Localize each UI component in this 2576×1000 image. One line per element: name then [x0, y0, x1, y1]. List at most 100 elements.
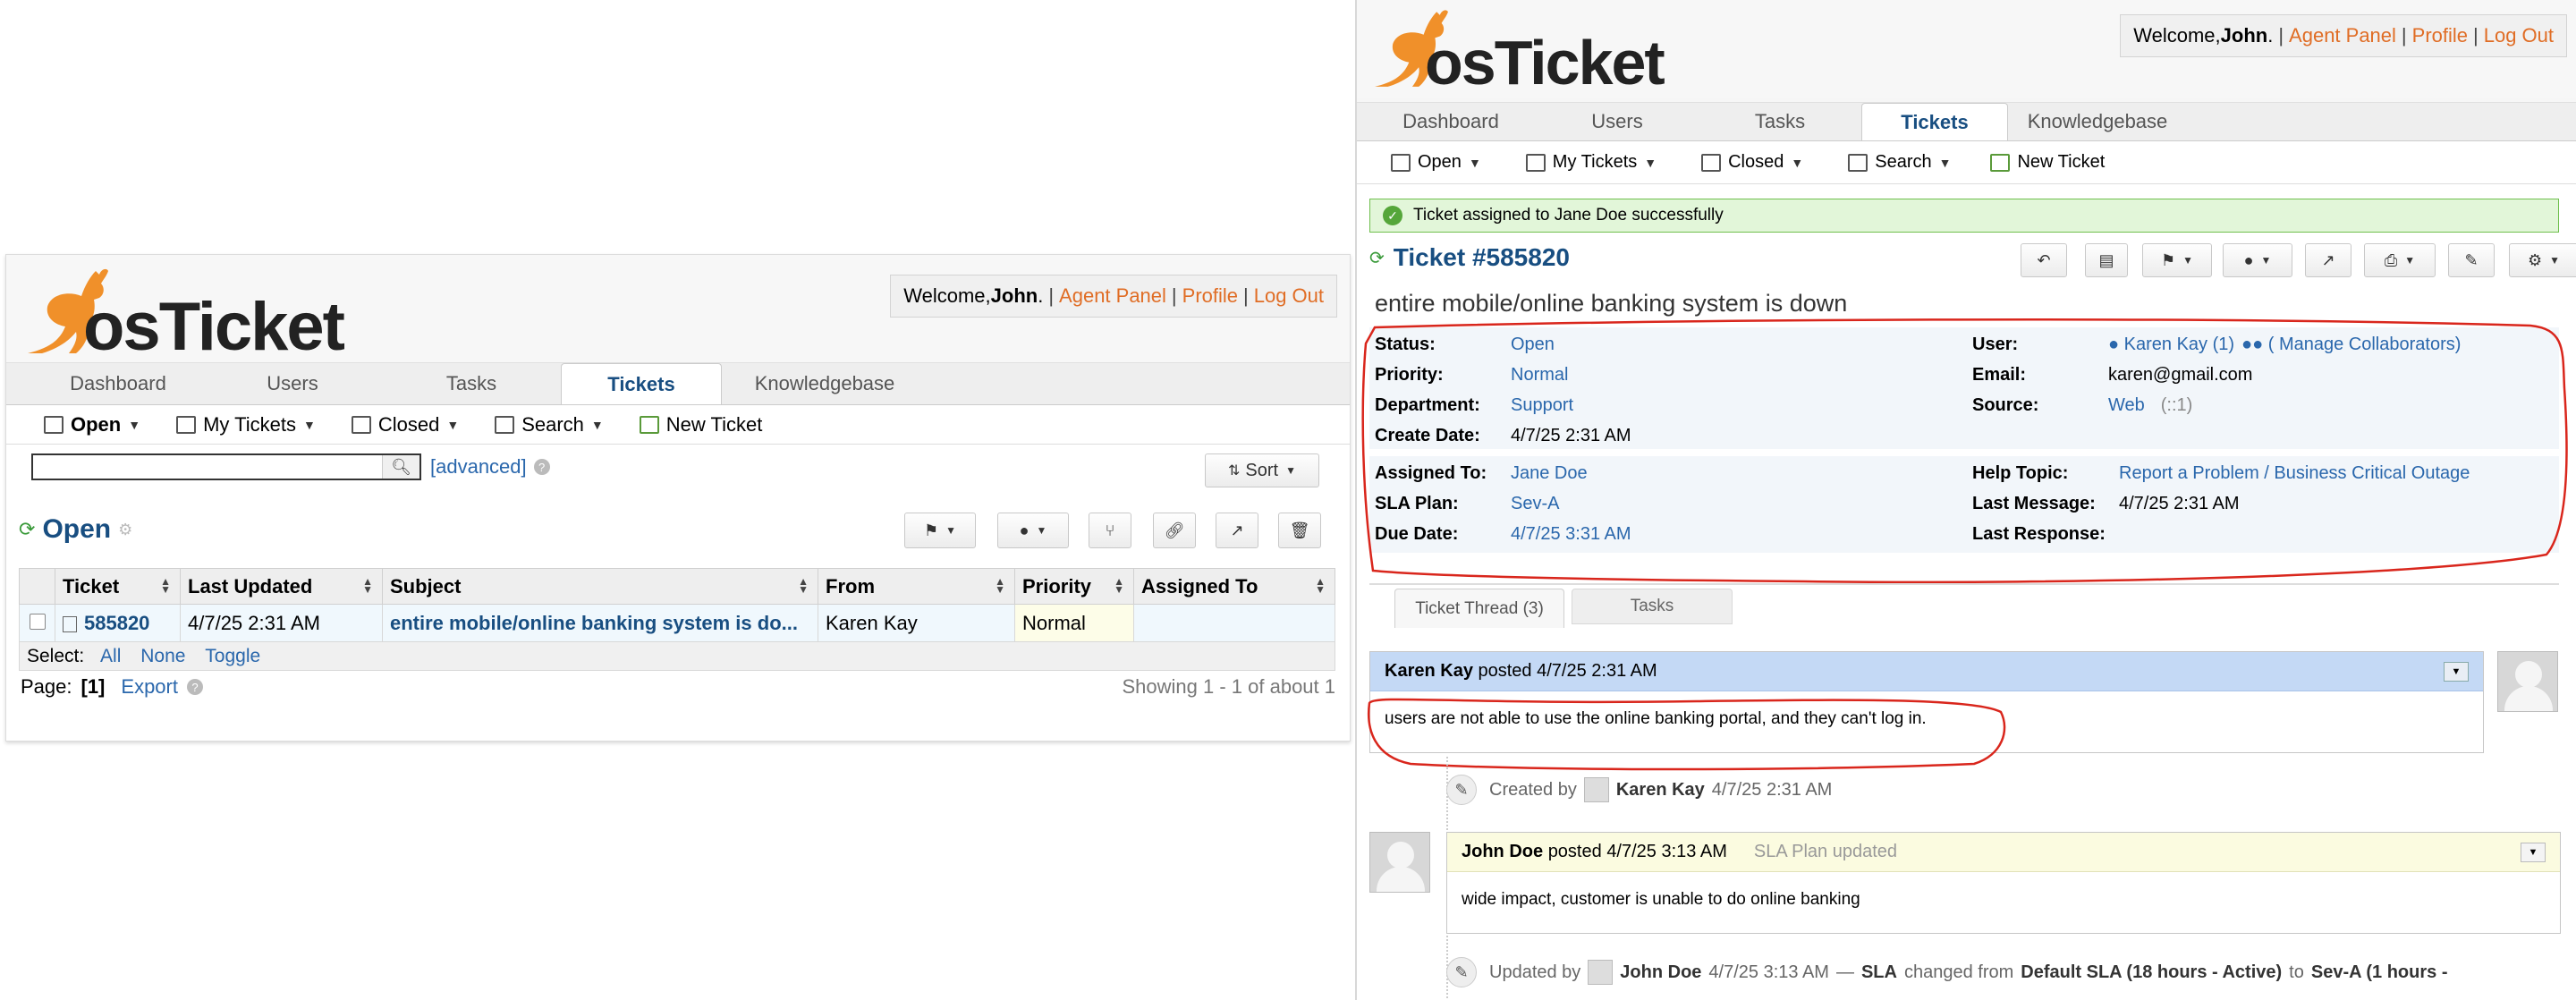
tab-tickets[interactable]: Tickets: [1861, 103, 2008, 140]
trash-icon: 🗑︎: [1289, 521, 1310, 539]
help-icon[interactable]: ?: [186, 679, 203, 695]
profile-link[interactable]: Profile: [1182, 284, 1238, 308]
tab-dashboard[interactable]: Dashboard: [1366, 103, 1536, 140]
assign-dropdown-button[interactable]: ● ▼: [2223, 243, 2292, 277]
note-button[interactable]: ▤: [2085, 243, 2128, 277]
cell-priority: Normal: [1014, 604, 1134, 642]
subnav-open[interactable]: Open ▼: [1391, 152, 1481, 173]
more-dropdown-button[interactable]: ⚙ ▼: [2509, 243, 2576, 277]
reply-button[interactable]: ↶: [2021, 243, 2067, 277]
tab-tasks-thread[interactable]: Tasks: [1572, 589, 1733, 624]
tab-tasks[interactable]: Tasks: [382, 363, 561, 404]
tab-knowledgebase[interactable]: Knowledgebase: [722, 363, 928, 404]
subnav-closed-label: Closed: [1728, 152, 1784, 172]
flag-dropdown-button[interactable]: ⚑ ▼: [904, 513, 976, 548]
sort-button[interactable]: ⇅ Sort ▼: [1205, 453, 1319, 487]
refresh-icon[interactable]: ⟳: [1369, 247, 1385, 269]
search-icon[interactable]: 🔍︎: [382, 455, 419, 479]
help-icon[interactable]: ?: [533, 459, 550, 475]
ticket-number-link[interactable]: 585820: [84, 612, 149, 634]
print-icon: ⎙: [2384, 250, 2398, 269]
tab-tickets[interactable]: Tickets: [561, 363, 722, 404]
entry-options-dropdown[interactable]: ▼: [2521, 842, 2546, 862]
thread-event-created: ✎ Created by Karen Kay 4/7/25 2:31 AM: [1446, 775, 1832, 805]
tab-dashboard[interactable]: Dashboard: [33, 363, 203, 404]
tab-users[interactable]: Users: [1536, 103, 1699, 140]
user-icon: ●: [2243, 250, 2254, 269]
delete-button[interactable]: 🗑︎: [1278, 513, 1321, 548]
event-prefix: Created by: [1489, 779, 1577, 800]
col-ticket[interactable]: Ticket ▲ ▼: [55, 568, 181, 605]
subnav-my-tickets[interactable]: My Tickets ▼: [176, 413, 316, 436]
subnav-open-label: Open: [1418, 152, 1462, 172]
export-link[interactable]: Export: [121, 675, 178, 699]
logout-link[interactable]: Log Out: [2484, 24, 2554, 47]
col-from[interactable]: From ▲ ▼: [818, 568, 1015, 605]
transfer-button[interactable]: ↗: [2305, 243, 2351, 277]
row-checkbox[interactable]: [29, 613, 46, 630]
event-changed-word: changed from: [1903, 962, 2014, 982]
link-button[interactable]: 🔗︎: [1153, 513, 1196, 548]
subnav-new-ticket[interactable]: New Ticket: [639, 413, 762, 436]
select-row: Select: All None Toggle: [19, 641, 1335, 671]
table-row[interactable]: 585820 4/7/25 2:31 AM entire mobile/onli…: [19, 604, 1335, 642]
advanced-search-link[interactable]: [advanced]: [430, 455, 527, 479]
subnav-search-label: Search: [521, 412, 584, 436]
select-toggle-link[interactable]: Toggle: [205, 646, 260, 666]
entry-date: 4/7/25 3:13 AM: [1606, 842, 1727, 861]
agent-panel-link[interactable]: Agent Panel: [1059, 284, 1166, 308]
select-all-link[interactable]: All: [100, 646, 121, 666]
flag-dropdown-button[interactable]: ⚑ ▼: [2142, 243, 2212, 277]
document-icon: ▤: [2098, 250, 2114, 269]
profile-link[interactable]: Profile: [2412, 24, 2468, 47]
subnav-search[interactable]: Search ▼: [495, 413, 604, 436]
subnav-closed[interactable]: Closed ▼: [351, 413, 459, 436]
share-button[interactable]: ↗: [1216, 513, 1258, 548]
magic-wand-icon: ✎: [1446, 775, 1477, 805]
closed-queue-icon: [351, 415, 371, 434]
entry-options-dropdown[interactable]: ▼: [2444, 661, 2469, 682]
ticket-title-text[interactable]: Ticket #585820: [1394, 243, 1570, 272]
subnav-search[interactable]: Search ▼: [1848, 152, 1951, 173]
print-dropdown-button[interactable]: ⎙ ▼: [2364, 243, 2436, 277]
col-priority[interactable]: Priority ▲ ▼: [1014, 568, 1134, 605]
queue-title-text: Open: [42, 514, 112, 544]
event-dash: —: [1835, 962, 1854, 982]
agent-panel-link[interactable]: Agent Panel: [2289, 24, 2396, 47]
avatar: [2497, 651, 2558, 712]
ticket-search-input[interactable]: 🔍︎: [31, 453, 421, 480]
osticket-logo[interactable]: osTicket: [1366, 5, 1665, 97]
osticket-logo[interactable]: osTicket: [19, 264, 345, 365]
ticket-table: Ticket ▲ ▼ Last Updated ▲ ▼ Subject ▲ ▼ From ▲ ▼…: [19, 568, 1335, 671]
entry-posted-word: posted: [1547, 842, 1602, 861]
col-subject-label: Subject: [390, 574, 462, 597]
col-last-updated[interactable]: Last Updated ▲ ▼: [180, 568, 383, 605]
red-annotation-info: [1361, 318, 2568, 584]
tab-users[interactable]: Users: [203, 363, 382, 404]
edit-button[interactable]: ✎: [2448, 243, 2495, 277]
ticket-view-window: osTicket Welcome, John. | Agent Panel | Pr…: [1355, 0, 2576, 1000]
event-from-value: Default SLA (18 hours - Active): [2021, 962, 2283, 982]
entry-posted-word: posted: [1478, 661, 1532, 681]
col-assigned-to[interactable]: Assigned To ▲ ▼: [1133, 568, 1335, 605]
logout-link[interactable]: Log Out: [1254, 284, 1324, 308]
red-annotation-message: [1368, 698, 2006, 771]
subnav-my-tickets[interactable]: My Tickets ▼: [1525, 152, 1657, 173]
entry-header: John Doe posted 4/7/25 3:13 AM SLA Plan …: [1447, 833, 2560, 872]
gear-icon[interactable]: ⚙: [118, 521, 132, 539]
subnav-search-label: Search: [1875, 152, 1932, 172]
subnav-new-ticket[interactable]: New Ticket: [1990, 152, 2105, 173]
ticket-subject-link[interactable]: entire mobile/online banking system is d…: [382, 604, 818, 642]
subnav-open[interactable]: Open ▼: [44, 413, 140, 436]
merge-button[interactable]: ⑂: [1089, 513, 1131, 548]
tab-ticket-thread[interactable]: Ticket Thread (3): [1394, 589, 1564, 628]
subnav-closed[interactable]: Closed ▼: [1701, 152, 1803, 173]
tab-tasks[interactable]: Tasks: [1699, 103, 1861, 140]
select-none-link[interactable]: None: [140, 646, 185, 666]
assign-dropdown-button[interactable]: ● ▼: [997, 513, 1069, 548]
page-number[interactable]: [1]: [81, 675, 106, 699]
tab-knowledgebase[interactable]: Knowledgebase: [2008, 103, 2187, 140]
col-subject[interactable]: Subject ▲ ▼: [382, 568, 818, 605]
my-tickets-icon: [176, 415, 197, 434]
refresh-icon[interactable]: ⟳: [19, 518, 35, 541]
